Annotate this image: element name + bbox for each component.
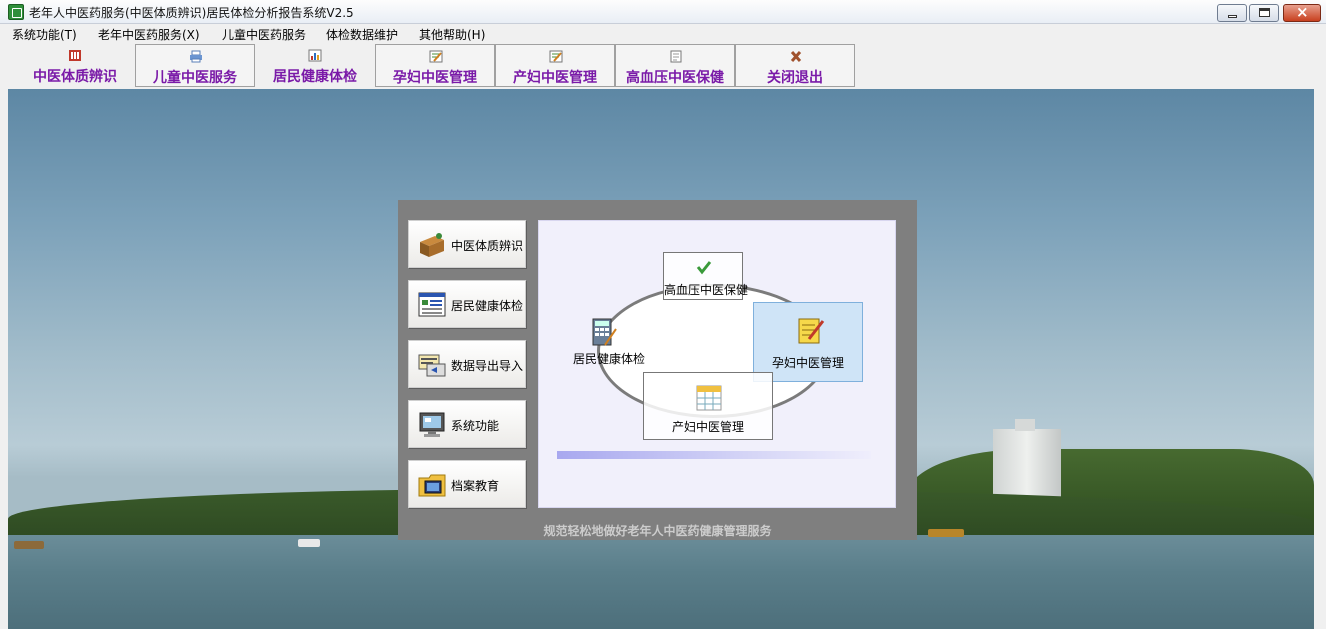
toolbar-hypertension-button[interactable]: 高血压中医保健 [615, 44, 735, 87]
side-system-function-button[interactable]: 系统功能 [408, 400, 526, 448]
node-label: 产妇中医管理 [671, 420, 744, 434]
maximize-icon [1259, 8, 1270, 17]
menu-bar: 系统功能(T) 老年中医药服务(X) 儿童中医药服务 体检数据维护 其他帮助(H… [0, 24, 1326, 43]
side-health-exam-button[interactable]: 居民健康体检 [408, 280, 526, 328]
toolbar-label: 居民健康体检 [273, 69, 357, 85]
side-constitution-button[interactable]: 中医体质辨识 [408, 220, 526, 268]
node-pregnant-selected[interactable]: 孕妇中医管理 [753, 302, 863, 382]
toolbar-pregnant-button[interactable]: 孕妇中医管理 [375, 44, 495, 87]
checkmark-icon [696, 261, 712, 275]
side-label: 居民健康体检 [451, 299, 524, 313]
side-archive-education-button[interactable]: 档案教育 [408, 460, 526, 508]
toolbar-constitution-button[interactable]: 中医体质辨识 [15, 44, 135, 87]
building-icon [69, 50, 81, 61]
minimize-button[interactable] [1217, 4, 1247, 22]
toolbar-child-service-button[interactable]: 儿童中医服务 [135, 44, 255, 87]
desk-icon [420, 233, 444, 257]
right-edge [1314, 89, 1326, 629]
printer-icon [190, 50, 202, 63]
notepad-icon [670, 50, 682, 63]
progress-gradient-bar [557, 451, 871, 459]
bar-chart-icon [308, 49, 322, 62]
node-label: 高血压中医保健 [664, 283, 749, 297]
calculator-icon [592, 318, 617, 346]
window-list-icon [418, 292, 446, 317]
toolbar-label: 高血压中医保健 [626, 70, 724, 86]
node-label: 孕妇中医管理 [771, 356, 844, 370]
toolbar-label: 儿童中医服务 [153, 70, 237, 86]
side-label: 档案教育 [451, 479, 500, 493]
main-panel: 中医体质辨识 居民健康体检 数据导出导入 系统功能 档案教育 高血压中医保健 居… [398, 200, 917, 540]
edit-form-icon [429, 50, 443, 63]
menu-help[interactable]: 其他帮助(H) [419, 26, 485, 43]
close-icon: × [1296, 3, 1309, 21]
toolbar-label: 产妇中医管理 [513, 70, 597, 86]
notepad-pencil-icon [798, 318, 825, 344]
menu-elderly-tcm[interactable]: 老年中医药服务(X) [98, 26, 200, 43]
maximize-button[interactable] [1249, 4, 1279, 22]
menu-exam-data[interactable]: 体检数据维护 [326, 26, 398, 43]
side-label: 数据导出导入 [451, 359, 524, 373]
menu-child-tcm[interactable]: 儿童中医药服务 [222, 26, 306, 43]
edit-form-icon [549, 50, 563, 63]
monitor-icon [419, 412, 445, 437]
side-data-import-export-button[interactable]: 数据导出导入 [408, 340, 526, 388]
toolbar: 中医体质辨识 儿童中医服务 居民健康体检 孕妇中医管理 产妇中医管理 高血压中医… [0, 43, 1326, 89]
workflow-diagram: 高血压中医保健 居民健康体检 孕妇中医管理 产妇中医管理 [538, 220, 896, 508]
side-label: 中医体质辨识 [451, 239, 524, 253]
database-transfer-icon [418, 354, 446, 377]
node-maternal[interactable]: 产妇中医管理 [643, 372, 773, 440]
slogan-text: 规范轻松地做好老年人中医药健康管理服务 [543, 524, 772, 538]
toolbar-label: 中医体质辨识 [33, 69, 117, 85]
side-label: 系统功能 [451, 419, 500, 433]
node-hypertension[interactable]: 高血压中医保健 [663, 252, 749, 300]
title-bar: 老年人中医药服务(中医体质辨识)居民体检分析报告系统V2.5 × [0, 0, 1326, 24]
close-window-button[interactable]: × [1283, 3, 1321, 22]
toolbar-label: 关闭退出 [767, 70, 823, 86]
toolbar-exit-button[interactable]: 关闭退出 [735, 44, 855, 87]
toolbar-health-exam-button[interactable]: 居民健康体检 [255, 44, 375, 87]
minimize-icon [1228, 15, 1237, 18]
calendar-icon [696, 385, 722, 411]
window-title: 老年人中医药服务(中医体质辨识)居民体检分析报告系统V2.5 [29, 6, 354, 20]
app-icon [8, 4, 24, 20]
node-health-exam[interactable]: 居民健康体检 [569, 315, 649, 366]
toolbar-label: 孕妇中医管理 [393, 70, 477, 86]
toolbar-maternal-button[interactable]: 产妇中医管理 [495, 44, 615, 87]
node-label: 居民健康体检 [572, 352, 645, 366]
close-x-icon [790, 51, 802, 62]
folder-icon [418, 474, 446, 497]
menu-system[interactable]: 系统功能(T) [12, 26, 77, 43]
